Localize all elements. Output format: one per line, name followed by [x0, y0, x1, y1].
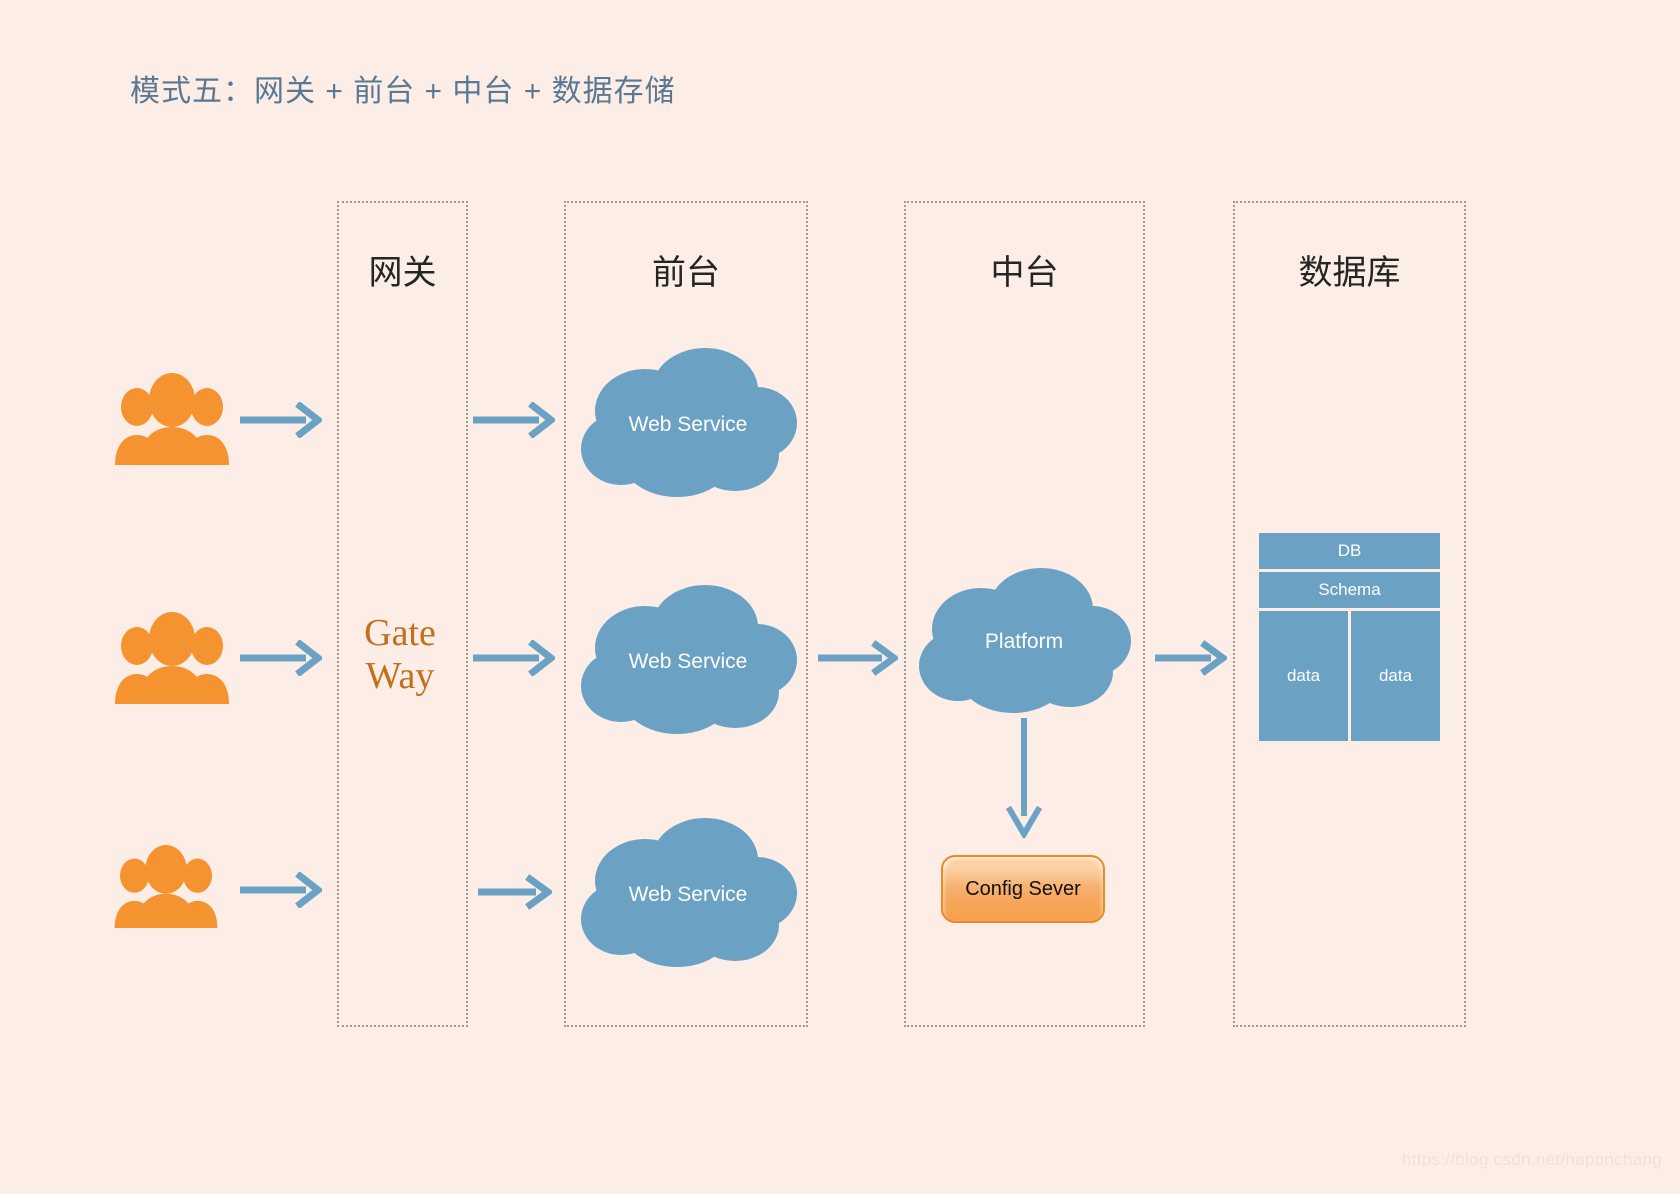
arrow-platform-to-database — [1155, 640, 1229, 681]
db-table-data-cell: data — [1259, 611, 1348, 741]
web-service-cloud-1: Web Service — [577, 345, 799, 500]
platform-label: Platform — [984, 630, 1064, 653]
gateway-label-line2: Way — [365, 655, 435, 697]
db-table-schema-row: Schema — [1259, 572, 1440, 608]
web-service-cloud-2: Web Service — [577, 582, 799, 737]
arrow-gateway-to-service2 — [473, 639, 557, 681]
arrow-platform-to-config-server — [1004, 718, 1044, 843]
diagram-canvas: 模式五：网关 + 前台 + 中台 + 数据存储 网关 前台 中台 数据库 Gat… — [0, 0, 1680, 1194]
gateway-label: Gate Way — [348, 612, 452, 698]
web-service-label-3: Web Service — [628, 883, 748, 906]
gateway-label-line1: Gate — [364, 612, 436, 654]
lane-title-gateway: 网关 — [368, 254, 437, 292]
config-server-label: Config Sever — [965, 877, 1081, 900]
user-group-1-icon — [111, 373, 233, 465]
web-service-label-2: Web Service — [628, 650, 748, 673]
arrow-frontend-to-platform — [818, 640, 900, 681]
lane-title-database: 数据库 — [1298, 254, 1401, 292]
database-table: DB Schema data data — [1259, 533, 1440, 741]
lane-title-middle: 中台 — [990, 254, 1059, 292]
arrow-user1-to-gateway — [240, 401, 324, 443]
web-service-cloud-3: Web Service — [577, 815, 799, 970]
page-title: 模式五：网关 + 前台 + 中台 + 数据存储 — [130, 75, 676, 108]
db-table-data-cell: data — [1351, 611, 1440, 741]
platform-cloud: Platform — [915, 565, 1133, 715]
user-group-2-icon — [111, 612, 233, 704]
watermark: https://blog.csdn.net/haponchang — [1401, 1150, 1662, 1169]
arrow-gateway-to-service3 — [478, 874, 554, 915]
arrow-gateway-to-service1 — [473, 401, 557, 443]
db-table-header: DB — [1259, 533, 1440, 569]
lane-title-frontend: 前台 — [652, 254, 720, 292]
arrow-user2-to-gateway — [240, 639, 324, 681]
config-server-box[interactable]: Config Sever — [941, 855, 1105, 923]
arrow-user3-to-gateway — [240, 871, 324, 913]
user-group-3-icon — [111, 845, 221, 928]
web-service-label-1: Web Service — [628, 413, 748, 436]
